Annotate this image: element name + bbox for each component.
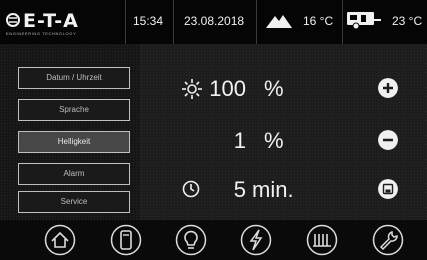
heater-icon[interactable]: [306, 224, 338, 256]
brand-name: E-T-A: [23, 10, 79, 32]
divider: [256, 0, 257, 44]
menu-item-datum-uhrzeit[interactable]: Datum / Uhrzeit: [18, 67, 130, 89]
divider: [342, 0, 343, 44]
brand-logo: E-T-A ENGINEERING TECHNOLOGY: [6, 10, 118, 36]
brand-subtitle: ENGINEERING TECHNOLOGY: [6, 31, 77, 36]
date-display: 23.08.2018: [184, 14, 245, 28]
bottom-nav: [0, 220, 427, 260]
timeout-unit: min.: [252, 177, 294, 202]
wrench-icon[interactable]: [372, 224, 404, 256]
night-brightness-value: 1: [233, 128, 246, 153]
bulb-icon[interactable]: [175, 224, 207, 256]
increase-button[interactable]: [378, 78, 398, 98]
brand-symbol-icon: [6, 13, 20, 27]
divider: [125, 0, 126, 44]
inside-temperature: 23 °C: [392, 14, 423, 28]
menu-item-service[interactable]: Service: [18, 191, 130, 213]
brightness-value: 100: [209, 76, 246, 101]
save-button[interactable]: [378, 179, 398, 199]
phone-icon[interactable]: [110, 224, 142, 256]
power-icon[interactable]: [240, 224, 272, 256]
outside-temperature: 16 °C: [303, 14, 334, 28]
mountain-icon: [266, 15, 292, 28]
settings-menu: Datum / Uhrzeit Sprache Helligkeit Alarm…: [0, 44, 140, 220]
menu-item-sprache[interactable]: Sprache: [18, 99, 130, 121]
brightness-settings-panel: 100 % 1 % 5 min.: [140, 44, 427, 220]
brightness-unit: %: [264, 76, 284, 101]
decrease-button[interactable]: [378, 130, 398, 150]
timeout-value: 5: [233, 177, 246, 202]
menu-item-helligkeit[interactable]: Helligkeit: [18, 131, 130, 153]
night-brightness-unit: %: [264, 128, 284, 153]
home-icon[interactable]: [44, 224, 76, 256]
menu-item-alarm[interactable]: Alarm: [18, 163, 130, 185]
divider: [173, 0, 174, 44]
clock-time: 15:34: [133, 14, 164, 28]
top-bar: E-T-A ENGINEERING TECHNOLOGY 15:34 23.08…: [0, 0, 427, 44]
caravan-icon: [347, 12, 381, 30]
